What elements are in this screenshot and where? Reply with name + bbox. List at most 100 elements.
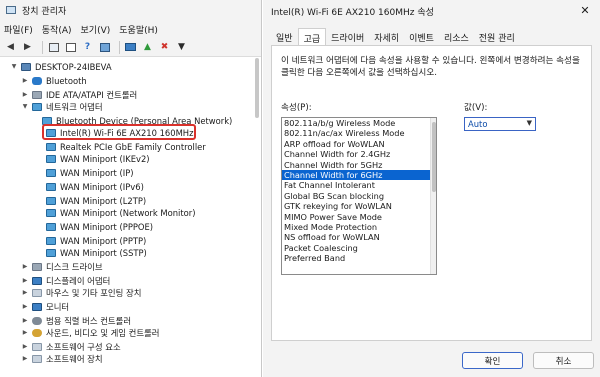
list-item[interactable]: Global BG Scan blocking: [282, 191, 436, 201]
list-item[interactable]: GTK rekeying for WoWLAN: [282, 201, 436, 211]
list-item[interactable]: NS offload for WoWLAN: [282, 232, 436, 242]
tree-item-sound[interactable]: ▶ 사운드, 비디오 및 게임 컨트롤러: [21, 326, 160, 339]
menu-file[interactable]: 파일(F): [4, 23, 33, 36]
ide-controller-icon: [32, 90, 42, 99]
device-manager-window: 장치 관리자 파일(F) 동작(A) 보기(V) 도움말(H) ◀ ▶ ? ▲ …: [0, 0, 262, 377]
tree-item-wan-ipv6[interactable]: WAN Miniport (IPv6): [46, 180, 144, 193]
property-list[interactable]: 802.11a/b/g Wireless Mode 802.11n/ac/ax …: [281, 117, 437, 275]
menu-action[interactable]: 동작(A): [42, 23, 72, 36]
tree-scrollbar[interactable]: [255, 58, 259, 118]
list-item[interactable]: Packet Coalescing: [282, 243, 436, 253]
list-item[interactable]: 802.11n/ac/ax Wireless Mode: [282, 128, 436, 138]
advanced-panel: 이 네트워크 어댑터에 다음 속성을 사용할 수 있습니다. 왼쪽에서 변경하려…: [271, 45, 592, 341]
expand-chevron-icon[interactable]: ▶: [21, 317, 29, 324]
expand-chevron-icon[interactable]: ▶: [21, 277, 29, 284]
menu-bar: 파일(F) 동작(A) 보기(V) 도움말(H): [0, 20, 261, 38]
view-icon[interactable]: [47, 41, 60, 54]
tree-item-monitors[interactable]: ▶ 모니터: [21, 300, 69, 313]
close-icon[interactable]: ✕: [578, 4, 592, 17]
add-driver-icon[interactable]: ▲: [141, 41, 154, 54]
tree-item-wan-netmon[interactable]: WAN Miniport (Network Monitor): [46, 206, 196, 219]
monitor-icon: [32, 302, 42, 311]
list-item[interactable]: Fat Channel Intolerant: [282, 180, 436, 190]
network-adapter-icon: [46, 248, 56, 257]
sound-icon: [32, 328, 42, 337]
list-item[interactable]: Mixed Mode Protection: [282, 222, 436, 232]
disk-drive-icon: [32, 262, 42, 271]
toolbar: ◀ ▶ ? ▲ ✖ ▼: [0, 38, 261, 57]
menu-help[interactable]: 도움말(H): [119, 23, 158, 36]
monitor-icon[interactable]: [124, 41, 137, 54]
value-dropdown[interactable]: Auto ▼: [464, 117, 536, 131]
properties-icon[interactable]: [64, 41, 77, 54]
property-list-scrollbar[interactable]: [430, 118, 436, 274]
network-adapter-icon: [46, 196, 56, 205]
tree-root[interactable]: ▼ DESKTOP-24IBEVA: [10, 60, 112, 73]
tree-item-software-devices[interactable]: ▶ 소프트웨어 장치: [21, 352, 103, 365]
list-item[interactable]: Channel Width for 2.4GHz: [282, 149, 436, 159]
network-adapter-icon: [46, 142, 56, 151]
tab-power-management[interactable]: 전원 관리: [474, 28, 520, 46]
tab-resources[interactable]: 리소스: [439, 28, 474, 46]
expand-chevron-icon[interactable]: ▶: [21, 263, 29, 270]
list-item[interactable]: Channel Width for 5GHz: [282, 160, 436, 170]
device-manager-title: 장치 관리자: [22, 6, 67, 17]
value-dropdown-selected: Auto: [468, 119, 488, 129]
tree-item-mouse[interactable]: ▶ 마우스 및 기타 포인팅 장치: [21, 286, 142, 299]
tree-item-bluetooth[interactable]: ▶ Bluetooth: [21, 74, 87, 87]
chevron-down-icon: ▼: [526, 119, 532, 127]
expand-chevron-icon[interactable]: ▶: [21, 303, 29, 310]
device-manager-titlebar: 장치 관리자: [0, 0, 261, 20]
list-item[interactable]: 802.11a/b/g Wireless Mode: [282, 118, 436, 128]
list-item[interactable]: MIMO Power Save Mode: [282, 212, 436, 222]
list-item-selected[interactable]: Channel Width for 6GHz: [282, 169, 436, 181]
network-adapter-icon: [46, 208, 56, 217]
forward-arrow-icon[interactable]: ▶: [21, 41, 34, 54]
tab-details[interactable]: 자세히: [369, 28, 404, 46]
scrollbar-thumb[interactable]: [432, 122, 436, 192]
tab-events[interactable]: 이벤트: [404, 28, 439, 46]
cancel-button[interactable]: 취소: [533, 352, 594, 369]
network-adapter-icon: [46, 182, 56, 191]
expand-chevron-icon[interactable]: ▶: [21, 355, 29, 362]
download-icon[interactable]: ▼: [175, 41, 188, 54]
disable-icon[interactable]: ✖: [158, 41, 171, 54]
network-adapter-icon: [46, 168, 56, 177]
usb-icon: [32, 316, 42, 325]
collapse-chevron-icon[interactable]: ▼: [10, 63, 18, 70]
collapse-chevron-icon[interactable]: ▼: [21, 103, 29, 110]
scan-icon[interactable]: [98, 41, 111, 54]
computer-icon: [21, 62, 31, 71]
ok-button[interactable]: 확인: [462, 352, 523, 369]
advanced-description: 이 네트워크 어댑터에 다음 속성을 사용할 수 있습니다. 왼쪽에서 변경하려…: [281, 56, 580, 78]
expand-chevron-icon[interactable]: ▶: [21, 77, 29, 84]
tab-driver[interactable]: 드라이버: [326, 28, 369, 46]
network-adapter-icon: [32, 102, 42, 111]
toolbar-separator: [42, 40, 43, 54]
tree-item-wan-ikev2[interactable]: WAN Miniport (IKEv2): [46, 152, 150, 165]
tree-item-wan-pppoe[interactable]: WAN Miniport (PPPOE): [46, 220, 153, 233]
mouse-icon: [32, 288, 42, 297]
tree-item-wan-ip[interactable]: WAN Miniport (IP): [46, 166, 134, 179]
expand-chevron-icon[interactable]: ▶: [21, 91, 29, 98]
dialog-title: Intel(R) Wi-Fi 6E AX210 160MHz 속성: [271, 7, 434, 18]
help-icon[interactable]: ?: [81, 41, 94, 54]
expand-chevron-icon[interactable]: ▶: [21, 289, 29, 296]
toolbar-separator-2: [119, 40, 120, 54]
list-item[interactable]: Preferred Band: [282, 253, 436, 263]
tree-item-wan-sstp[interactable]: WAN Miniport (SSTP): [46, 246, 147, 259]
tree-item-disk-drives[interactable]: ▶ 디스크 드라이브: [21, 260, 103, 273]
network-adapter-icon: [46, 154, 56, 163]
tab-general[interactable]: 일반: [271, 28, 298, 46]
device-manager-icon: [6, 6, 16, 14]
expand-chevron-icon[interactable]: ▶: [21, 329, 29, 336]
back-arrow-icon[interactable]: ◀: [4, 41, 17, 54]
network-adapter-icon: [46, 222, 56, 231]
menu-view[interactable]: 보기(V): [81, 23, 111, 36]
tab-advanced[interactable]: 고급: [297, 28, 327, 46]
list-item[interactable]: ARP offload for WoWLAN: [282, 139, 436, 149]
expand-chevron-icon[interactable]: ▶: [21, 343, 29, 350]
properties-dialog: Intel(R) Wi-Fi 6E AX210 160MHz 속성 ✕ 일반 고…: [263, 0, 600, 377]
tree-item-network-adapters[interactable]: ▼ 네트워크 어댑터: [21, 100, 103, 113]
property-label: 속성(P):: [281, 103, 312, 113]
